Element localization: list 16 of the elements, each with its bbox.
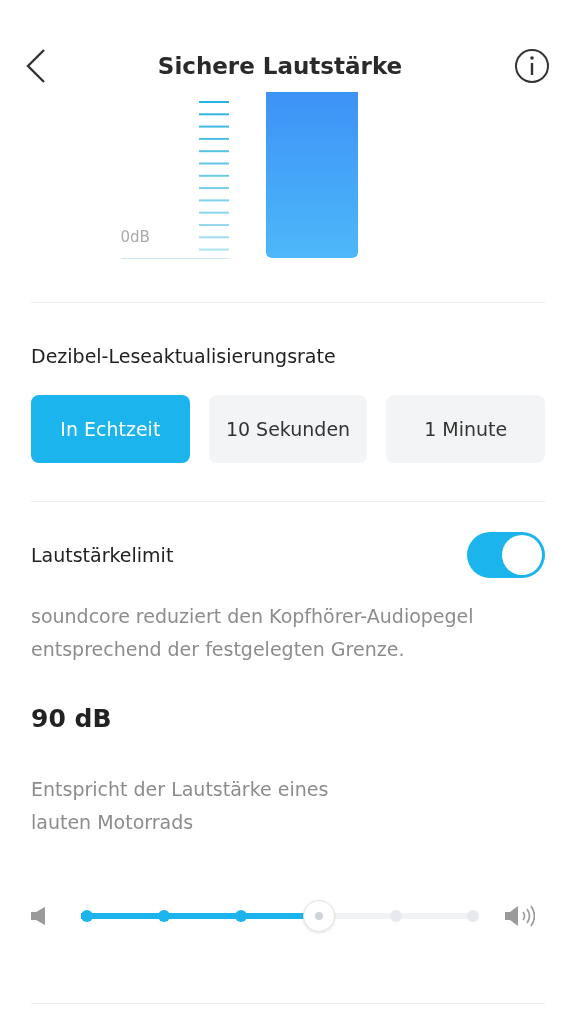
step-dot	[389, 910, 402, 922]
back-icon[interactable]	[26, 49, 46, 83]
step-dot	[467, 910, 479, 922]
section-title: Dezibel-Leseaktualisierungsrate	[31, 345, 337, 367]
page-title: Sichere Lautstärke	[157, 53, 403, 79]
comparison-text: Entspricht der Lautstärke eines lauten Motorrads	[31, 777, 330, 835]
limit-value: 90 dB	[31, 704, 113, 733]
rate-option[interactable]: 10 Sekunden	[208, 395, 368, 463]
toggle-switch[interactable]	[467, 532, 545, 578]
decibel-label: 0dB	[120, 228, 150, 246]
volume-low-icon	[31, 907, 47, 925]
description-text: soundcore reduziert den Kopfhörer-Audiopegel entsprechend der festgelegten Grenze.	[31, 604, 475, 662]
rate-option[interactable]: 1 Minute	[386, 395, 545, 463]
section-title: Lautstärkelimit	[31, 544, 174, 566]
info-icon[interactable]	[514, 48, 550, 84]
volume-high-icon	[505, 904, 535, 928]
